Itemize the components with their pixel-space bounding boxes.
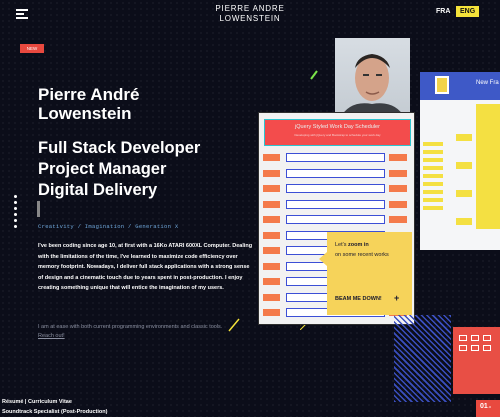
beam-me-down-button[interactable]: BEAM ME DOWN!	[335, 296, 382, 302]
scheduler-row[interactable]	[263, 184, 412, 193]
menu-icon[interactable]	[16, 9, 28, 19]
site-title-line2: LOWENSTEIN	[219, 13, 281, 23]
time-label	[263, 154, 280, 161]
time-label	[263, 185, 280, 192]
decor-green-slash	[310, 70, 318, 80]
slide-counter: 01.o	[476, 400, 500, 417]
scheduler-row[interactable]	[263, 215, 412, 224]
hero-roles: Full Stack Developer Project Manager Dig…	[38, 138, 200, 201]
time-label	[263, 231, 280, 239]
time-label	[263, 278, 280, 285]
scroll-indicator	[37, 201, 40, 217]
hero-name: Pierre André Lowenstein	[38, 85, 139, 123]
event-field[interactable]	[286, 184, 385, 193]
reach-out-link[interactable]: Reach out!	[38, 333, 65, 339]
scheduler-row[interactable]	[263, 199, 412, 209]
zoom-subtitle: on some recent works	[335, 252, 389, 258]
decor-blue-panel	[394, 315, 451, 402]
zoom-title-prefix: Let's	[335, 242, 348, 248]
project-thumbnail-site[interactable]: New Fra	[420, 72, 500, 250]
counter-value: 01	[480, 403, 488, 410]
name-line1: Pierre André	[38, 85, 140, 104]
event-field[interactable]	[286, 215, 385, 224]
time-label	[263, 309, 280, 316]
footer-resume[interactable]: Résumé | Curriculum Vitae	[2, 399, 72, 405]
zoom-card[interactable]: Let's zoom in on some recent works BEAM …	[319, 232, 412, 315]
time-label	[263, 247, 280, 254]
project-thumbnail-red[interactable]	[453, 327, 500, 394]
role-1: Full Stack Developer	[38, 139, 201, 157]
plus-icon[interactable]: +	[394, 293, 399, 303]
site-title-line1: PIERRE ANDRE	[215, 4, 285, 13]
role-2: Project Manager	[38, 160, 167, 178]
thumb-banner: New Fra	[420, 72, 500, 100]
zoom-title-bold: zoom in	[347, 242, 369, 248]
lang-eng-button[interactable]: ENG	[456, 6, 480, 17]
section-dots[interactable]	[14, 195, 18, 231]
time-label	[263, 262, 280, 270]
event-field[interactable]	[286, 153, 385, 162]
scheduler-header: jQuery Styled Work Day Scheduler Develop…	[264, 119, 411, 146]
decor-slash	[228, 318, 240, 332]
bio-secondary-text: I am at ease with both current programmi…	[38, 324, 223, 330]
footer-role: Soundtrack Specialist (Post-Production)	[2, 409, 108, 415]
scheduler-row[interactable]	[263, 168, 412, 178]
bio-secondary: I am at ease with both current programmi…	[38, 323, 238, 341]
event-field[interactable]	[286, 199, 385, 209]
bio-paragraph: I've been coding since age 10, at first …	[38, 243, 253, 291]
role-3: Digital Delivery	[38, 181, 158, 199]
counter-suffix: .o	[487, 404, 492, 409]
time-label	[263, 200, 280, 208]
lang-fra-button[interactable]: FRA	[436, 8, 450, 15]
site-title[interactable]: PIERRE ANDRE LOWENSTEIN	[200, 4, 300, 23]
scheduler-title: jQuery Styled Work Day Scheduler	[295, 124, 380, 130]
scheduler-subtitle: Developing with jQuery and Bootstrap to …	[294, 133, 381, 137]
zoom-title: Let's zoom in	[335, 242, 369, 248]
portrait-photo	[335, 38, 410, 118]
name-line2: Lowenstein	[38, 104, 132, 123]
scheduler-row[interactable]	[263, 153, 412, 162]
time-label	[263, 293, 280, 301]
tagline: Creativity / Imagination / Generation X	[38, 223, 179, 230]
crest-icon	[435, 76, 449, 94]
time-label	[263, 169, 280, 177]
thumb-title: New Fra	[476, 80, 499, 86]
save-button[interactable]	[389, 169, 407, 177]
time-label	[263, 216, 280, 223]
save-button[interactable]	[389, 200, 407, 208]
save-button[interactable]	[389, 216, 407, 223]
save-button[interactable]	[389, 185, 407, 192]
event-field[interactable]	[286, 168, 385, 178]
save-button[interactable]	[389, 154, 407, 161]
new-badge: NEW	[20, 44, 44, 53]
